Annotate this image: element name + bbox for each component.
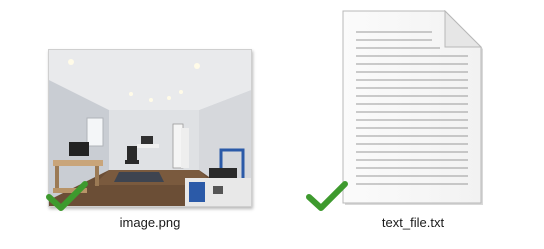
green-checkmark-icon — [306, 181, 348, 211]
file-item-image[interactable]: image.png — [0, 0, 280, 249]
file-name-label: image.png — [119, 215, 181, 230]
file-item-text[interactable]: text_file.txt — [290, 0, 544, 249]
green-checkmark-icon — [46, 181, 88, 211]
file-name-label: text_file.txt — [381, 215, 445, 230]
text-document-icon — [342, 10, 483, 205]
